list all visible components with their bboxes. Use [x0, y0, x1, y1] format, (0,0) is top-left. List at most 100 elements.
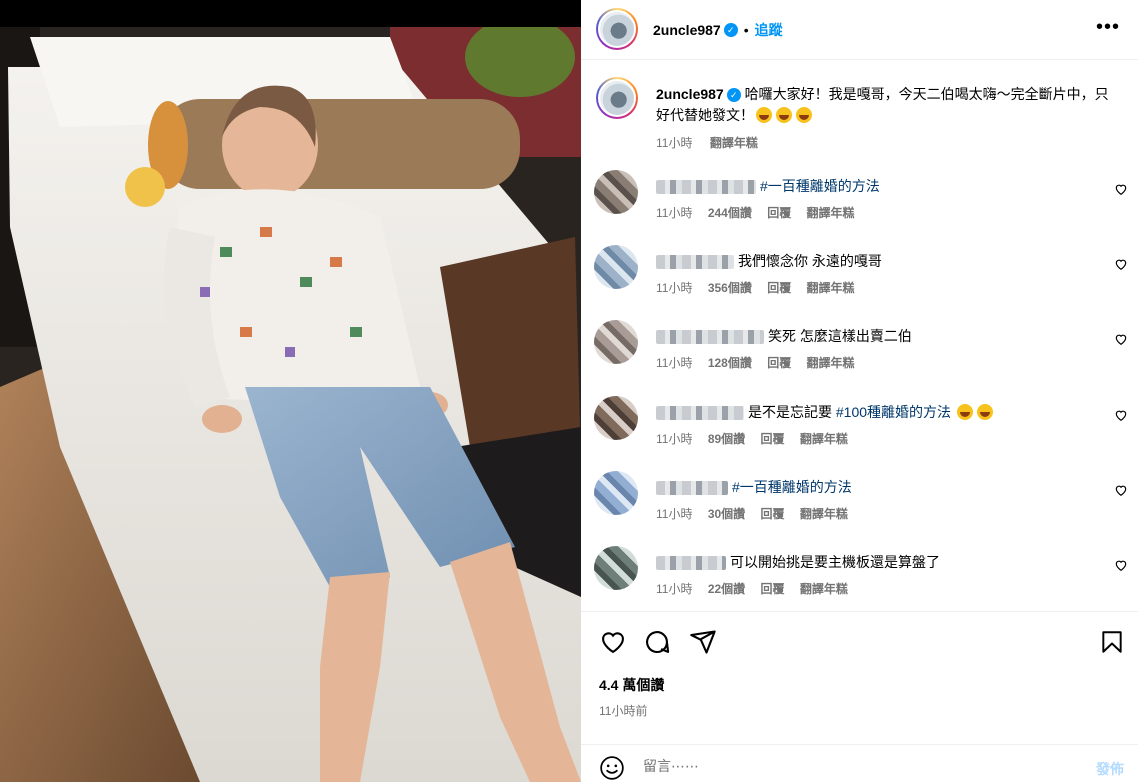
caption-time[interactable]: 11小時 — [656, 136, 692, 150]
comment-time: 11小時 — [656, 582, 693, 596]
comment-meta: 11小時 244個讚 回覆 翻譯年糕 — [656, 204, 867, 221]
comment-text: 笑死 怎麼這樣出賣二伯 — [656, 326, 1086, 346]
translate-link[interactable]: 翻譯年糕 — [807, 356, 855, 370]
comment-text: 我們懷念你 永遠的嘎哥 — [656, 251, 1086, 271]
blurred-username[interactable] — [656, 255, 734, 270]
verified-badge-icon: ✓ — [726, 88, 741, 103]
heart-icon[interactable] — [599, 628, 627, 656]
like-comment-heart-icon[interactable] — [1114, 257, 1128, 271]
laughing-emoji-icon — [976, 404, 993, 420]
comment-item: #一百種離婚的方法 11小時 30個讚 回覆 翻譯年糕 — [581, 471, 1138, 541]
comment-time: 11小時 — [656, 432, 693, 446]
laughing-emoji-icon — [756, 107, 772, 123]
comment-meta: 11小時 30個讚 回覆 翻譯年糕 — [656, 505, 860, 522]
translate-link[interactable]: 翻譯年糕 — [807, 206, 855, 220]
comment-item: 我們懷念你 永遠的嘎哥 11小時 356個讚 回覆 翻譯年糕 — [581, 245, 1138, 315]
commenter-avatar[interactable] — [594, 170, 638, 214]
comment-likes[interactable]: 89個讚 — [708, 432, 745, 446]
reply-button[interactable]: 回覆 — [767, 281, 791, 295]
post-photo[interactable] — [0, 0, 581, 782]
comment-body: 是不是忘記要 — [748, 404, 836, 420]
post-panel: 2uncle987 ✓ • 追蹤 ••• 2uncle987 ✓ 哈囉大家好！我是… — [581, 0, 1138, 782]
verified-badge-icon: ✓ — [723, 23, 738, 37]
likes-count[interactable]: 4.4 萬個讚 — [599, 675, 664, 695]
caption-translate-link[interactable]: 翻譯年糕 — [710, 136, 758, 150]
reply-button[interactable]: 回覆 — [767, 356, 791, 370]
commenter-avatar[interactable] — [594, 320, 638, 364]
comment-icon[interactable] — [643, 628, 671, 656]
header-user: 2uncle987 ✓ • 追蹤 — [653, 20, 783, 40]
commenter-avatar[interactable] — [594, 245, 638, 289]
comment-input[interactable] — [643, 755, 1063, 777]
caption-text: 2uncle987 ✓ 哈囉大家好！我是嘎哥，今天二伯喝太嗨～完全斷片中，只好代替… — [656, 84, 1116, 126]
follow-button[interactable]: 追蹤 — [755, 20, 783, 40]
like-comment-heart-icon[interactable] — [1114, 558, 1128, 572]
comment-bar: 發佈 — [581, 744, 1138, 782]
comment-likes[interactable]: 128個讚 — [708, 356, 752, 370]
comment-item: 笑死 怎麼這樣出賣二伯 11小時 128個讚 回覆 翻譯年糕 — [581, 320, 1138, 390]
reply-button[interactable]: 回覆 — [761, 507, 785, 521]
post-header: 2uncle987 ✓ • 追蹤 ••• — [581, 0, 1138, 60]
comment-text: 可以開始挑是要主機板還是算盤了 — [656, 552, 1086, 572]
post-comment-button[interactable]: 發佈 — [1096, 759, 1124, 779]
smiley-icon[interactable] — [599, 755, 625, 781]
caption-avatar[interactable] — [596, 77, 638, 119]
post-actions: 4.4 萬個讚 11小時前 — [581, 611, 1138, 731]
separator-dot: • — [743, 22, 749, 38]
commenter-avatar[interactable] — [594, 546, 638, 590]
like-comment-heart-icon[interactable] — [1114, 332, 1128, 346]
comment-time: 11小時 — [656, 507, 693, 521]
blurred-username[interactable] — [656, 330, 764, 345]
comment-likes[interactable]: 30個讚 — [708, 507, 745, 521]
caption-username[interactable]: 2uncle987 — [656, 86, 724, 102]
comment-text: #一百種離婚的方法 — [656, 176, 1086, 196]
laughing-emoji-icon — [776, 107, 792, 123]
comment-meta: 11小時 89個讚 回覆 翻譯年糕 — [656, 430, 860, 447]
like-comment-heart-icon[interactable] — [1114, 483, 1128, 497]
blurred-username[interactable] — [656, 406, 744, 421]
translate-link[interactable]: 翻譯年糕 — [800, 507, 848, 521]
blurred-username[interactable] — [656, 556, 726, 571]
comment-body: 我們懷念你 永遠的嘎哥 — [738, 253, 882, 269]
comment-hashtag[interactable]: #100種離婚的方法 — [836, 404, 951, 420]
comment-likes[interactable]: 22個讚 — [708, 582, 745, 596]
comment-meta: 11小時 356個讚 回覆 翻譯年糕 — [656, 279, 867, 296]
commenter-avatar[interactable] — [594, 471, 638, 515]
blurred-username[interactable] — [656, 180, 756, 195]
comment-hashtag[interactable]: #一百種離婚的方法 — [732, 479, 852, 495]
comment-time: 11小時 — [656, 281, 693, 295]
comment-likes[interactable]: 356個讚 — [708, 281, 752, 295]
like-comment-heart-icon[interactable] — [1114, 408, 1128, 422]
comment-time: 11小時 — [656, 206, 693, 220]
comment-likes[interactable]: 244個讚 — [708, 206, 752, 220]
more-icon[interactable]: ••• — [1096, 17, 1120, 37]
translate-link[interactable]: 翻譯年糕 — [800, 432, 848, 446]
comment-body: 笑死 怎麼這樣出賣二伯 — [768, 328, 912, 344]
caption-meta: 11小時 翻譯年糕 — [656, 134, 772, 151]
comment-hashtag[interactable]: #一百種離婚的方法 — [760, 178, 880, 194]
like-comment-heart-icon[interactable] — [1114, 182, 1128, 196]
author-avatar[interactable] — [596, 8, 638, 50]
author-username[interactable]: 2uncle987 — [653, 22, 721, 38]
sleeping-person-photo — [0, 27, 581, 782]
comment-item: 可以開始挑是要主機板還是算盤了 11小時 22個讚 回覆 翻譯年糕 — [581, 546, 1138, 616]
comment-meta: 11小時 128個讚 回覆 翻譯年糕 — [656, 354, 867, 371]
comment-item: 是不是忘記要 #100種離婚的方法 11小時 89個讚 回覆 翻譯年糕 — [581, 396, 1138, 466]
commenter-avatar[interactable] — [594, 396, 638, 440]
laughing-emoji-icon — [796, 107, 812, 123]
share-icon[interactable] — [689, 628, 717, 656]
reply-button[interactable]: 回覆 — [761, 432, 785, 446]
bookmark-icon[interactable] — [1099, 628, 1125, 656]
reply-button[interactable]: 回覆 — [767, 206, 791, 220]
blurred-username[interactable] — [656, 481, 728, 496]
translate-link[interactable]: 翻譯年糕 — [800, 582, 848, 596]
comment-text: 是不是忘記要 #100種離婚的方法 — [656, 402, 1086, 422]
comment-body: 可以開始挑是要主機板還是算盤了 — [730, 554, 940, 570]
comment-time: 11小時 — [656, 356, 693, 370]
post-timestamp[interactable]: 11小時前 — [599, 702, 647, 719]
comment-meta: 11小時 22個讚 回覆 翻譯年糕 — [656, 580, 860, 597]
translate-link[interactable]: 翻譯年糕 — [807, 281, 855, 295]
reply-button[interactable]: 回覆 — [761, 582, 785, 596]
comment-text: #一百種離婚的方法 — [656, 477, 1086, 497]
laughing-emoji-icon — [956, 404, 973, 420]
